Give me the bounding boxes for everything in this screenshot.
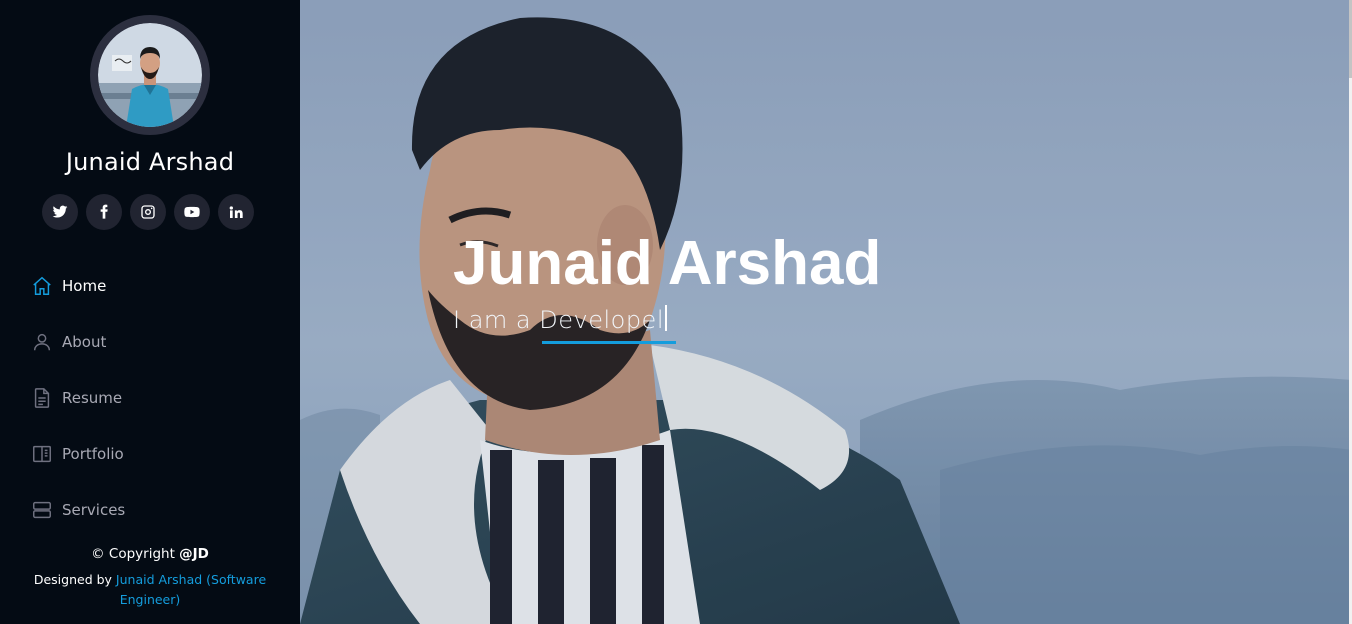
copyright: © Copyright @JD: [0, 546, 300, 562]
person-icon: [30, 330, 54, 354]
credits-prefix: Designed by: [33, 572, 116, 587]
book-icon: [30, 442, 54, 466]
instagram-icon: [141, 205, 155, 219]
twitter-icon: [52, 205, 68, 218]
linkedin-icon: [229, 206, 243, 218]
linkedin-link[interactable]: [218, 194, 254, 230]
avatar: [98, 23, 202, 127]
sidebar-footer: © Copyright @JD Designed by Junaid Arsha…: [0, 546, 300, 610]
sidebar: Junaid Arshad Home About Resume Portfoli…: [0, 0, 300, 624]
facebook-icon: [100, 204, 108, 219]
typed-cursor: [665, 305, 667, 331]
nav-item-about[interactable]: About: [30, 324, 270, 360]
server-icon: [30, 498, 54, 522]
twitter-link[interactable]: [42, 194, 78, 230]
facebook-link[interactable]: [86, 194, 122, 230]
nav-item-services[interactable]: Services: [30, 492, 270, 528]
home-icon: [30, 274, 54, 298]
designer-link[interactable]: Junaid Arshad (Software Engineer): [116, 572, 266, 607]
profile-name[interactable]: Junaid Arshad: [0, 148, 300, 176]
nav-item-resume[interactable]: Resume: [30, 380, 270, 416]
youtube-icon: [184, 206, 200, 218]
credits: Designed by Junaid Arshad (Software Engi…: [0, 570, 300, 610]
nav-item-home[interactable]: Home: [30, 268, 270, 304]
hero-title: Junaid Arshad: [453, 229, 882, 298]
copyright-owner: @JD: [179, 546, 209, 562]
copyright-prefix: © Copyright: [91, 546, 180, 562]
nav-label-home: Home: [62, 277, 107, 295]
hero-subtitle: I am a Developel: [453, 305, 667, 334]
typed-text: I am a Developel: [453, 306, 664, 334]
hero-section: Junaid Arshad I am a Developel: [300, 0, 1352, 624]
social-links: [42, 194, 254, 230]
nav-label-portfolio: Portfolio: [62, 445, 124, 463]
typed-underline: [542, 341, 676, 344]
nav-item-portfolio[interactable]: Portfolio: [30, 436, 270, 472]
nav-label-resume: Resume: [62, 389, 123, 407]
portfolio-page: Junaid Arshad Home About Resume Portfoli…: [0, 0, 1352, 624]
file-text-icon: [30, 386, 54, 410]
nav-label-services: Services: [62, 501, 126, 519]
instagram-link[interactable]: [130, 194, 166, 230]
main-nav: Home About Resume Portfolio Services: [30, 268, 270, 548]
avatar-frame: [90, 15, 210, 135]
youtube-link[interactable]: [174, 194, 210, 230]
nav-label-about: About: [62, 333, 107, 351]
